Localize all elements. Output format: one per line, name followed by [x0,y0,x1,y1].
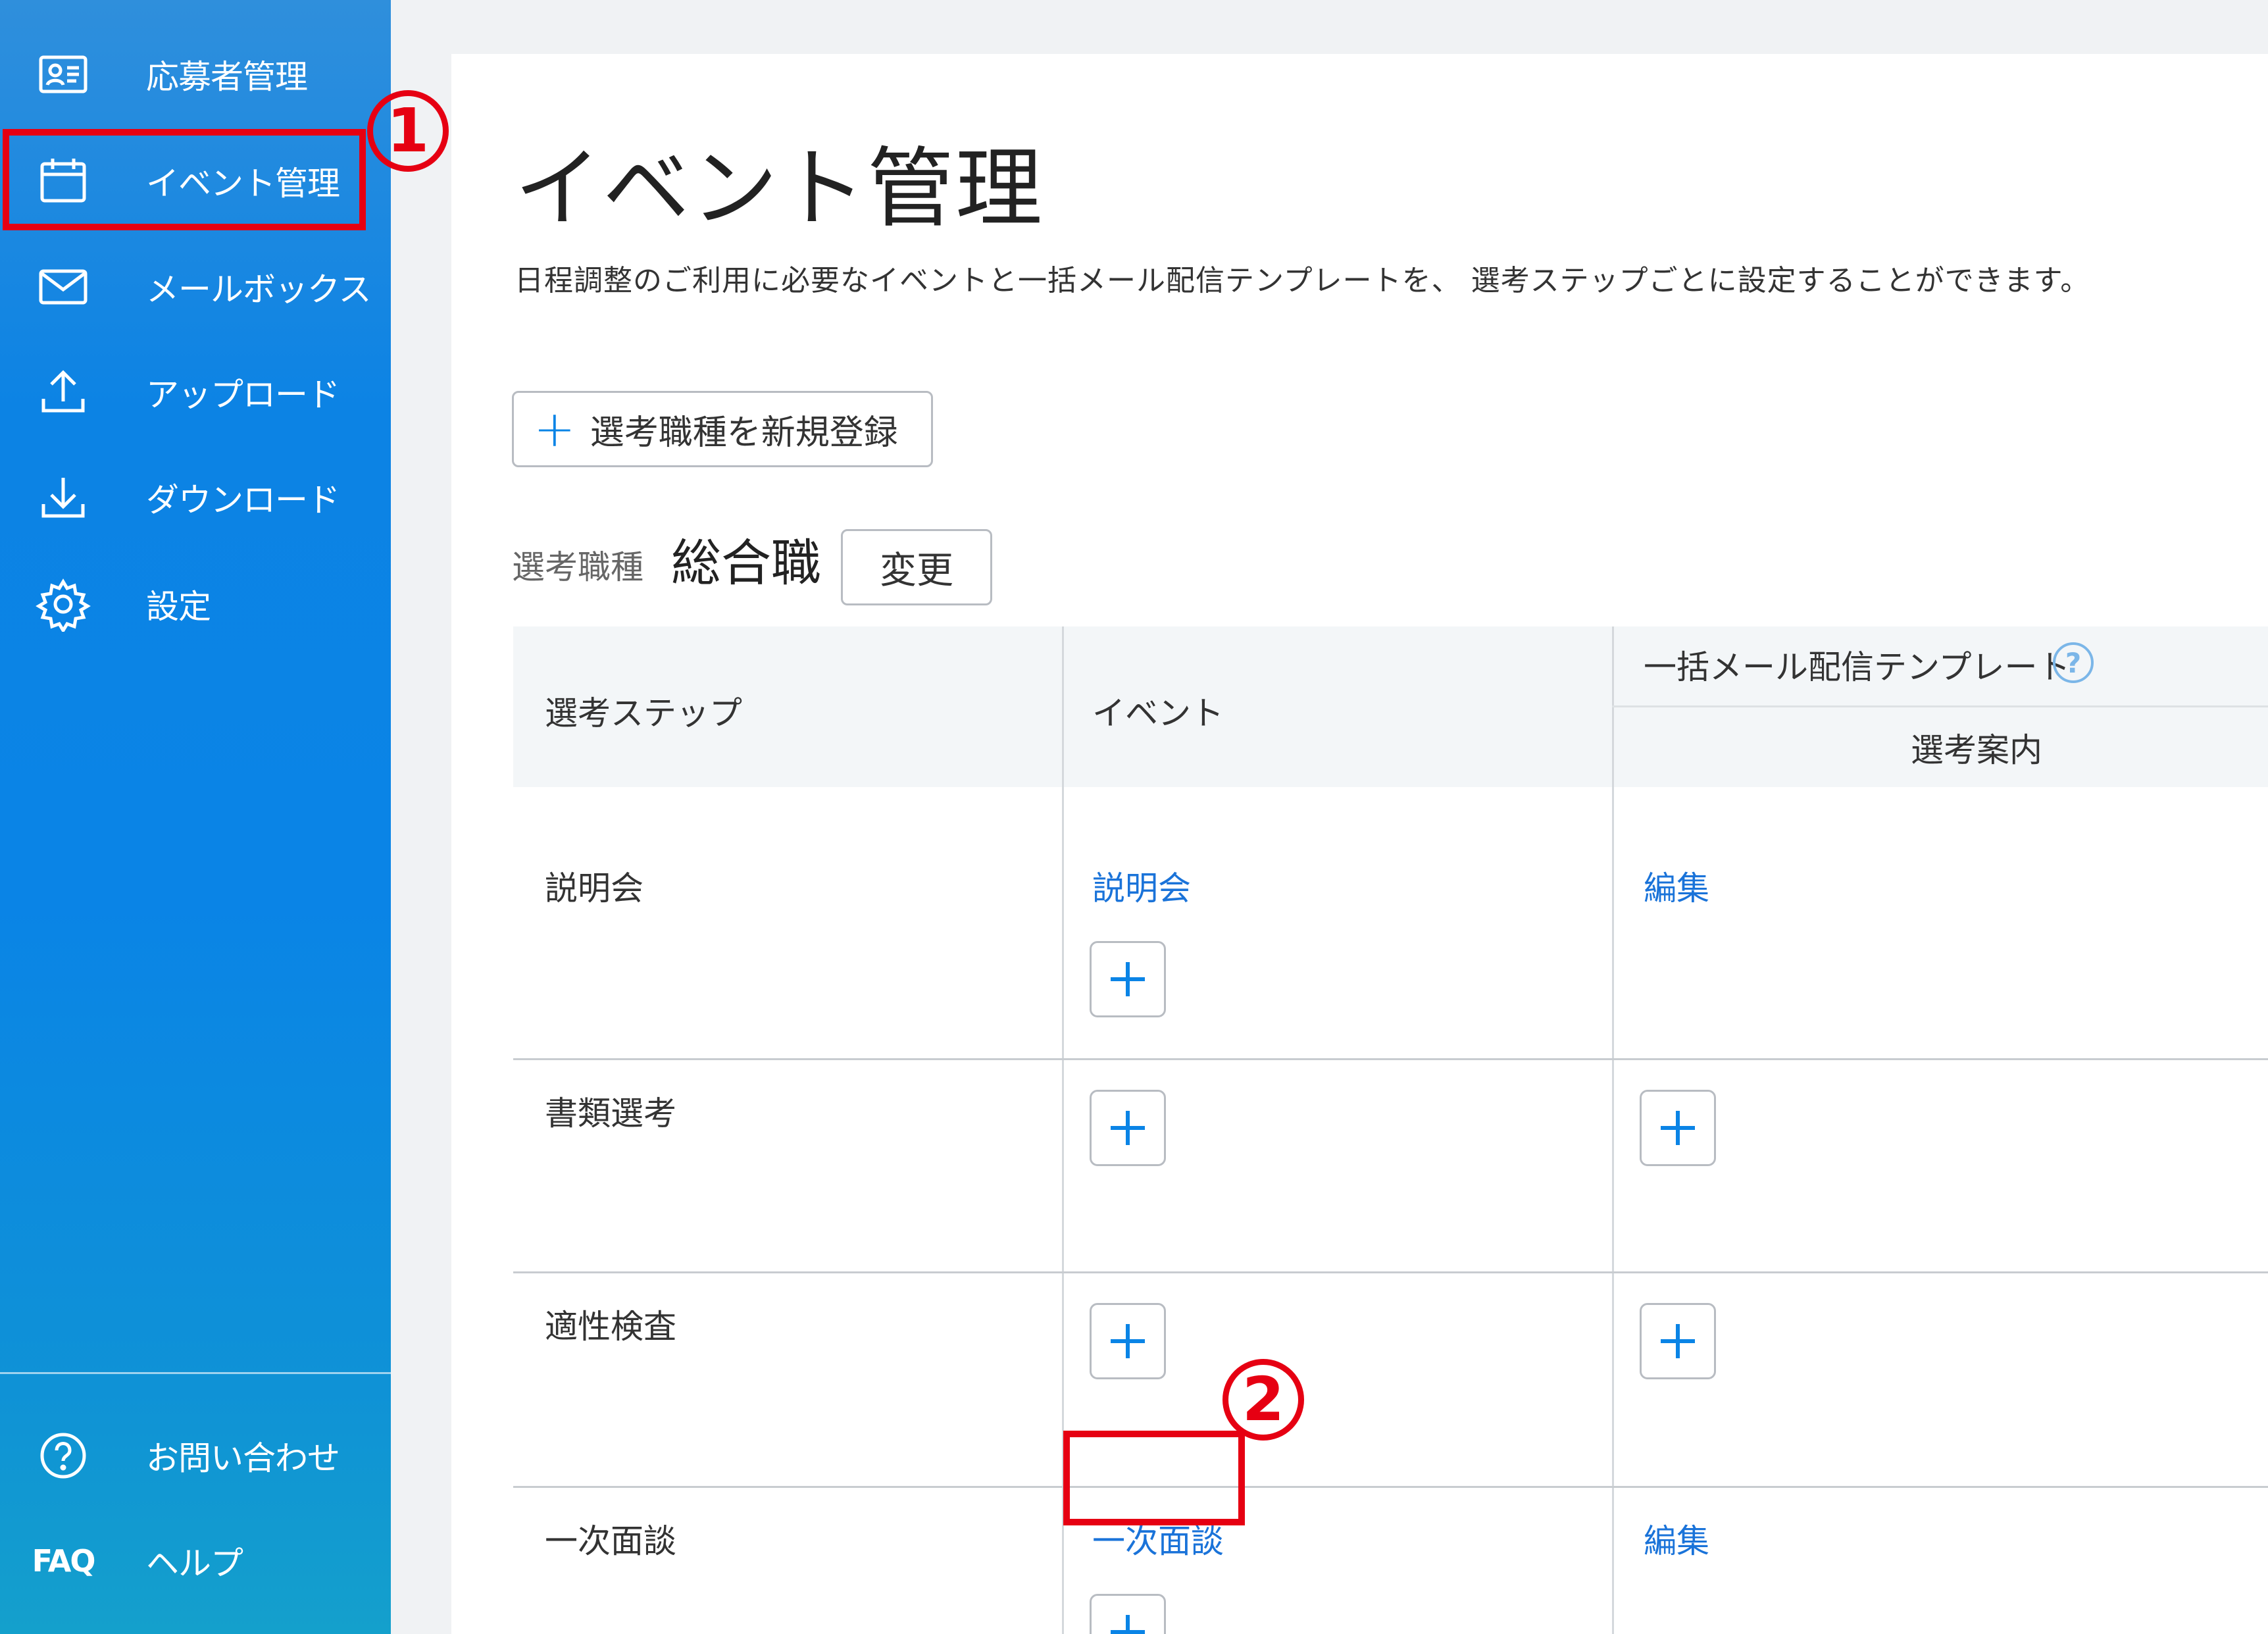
plus-icon: + [534,399,576,458]
column-divider [1612,626,1614,1634]
change-job-type-button[interactable]: 変更 [841,529,992,605]
header-template-sub: 選考案内 [1911,731,2042,769]
add-event-button[interactable] [1090,1594,1166,1634]
add-job-type-label: 選考職種を新規登録 [590,413,898,453]
sidebar-item-mailbox[interactable]: メールボックス [0,241,391,333]
edit-template-link[interactable]: 編集 [1644,1515,1709,1562]
annotation-box-1 [3,129,366,230]
plus-icon [1661,1111,1695,1145]
page-description: 日程調整のご利用に必要なイベントと一括メール配信テンプレートを、 選考ステップご… [515,264,2090,297]
sidebar-item-applicants[interactable]: 応募者管理 [0,28,391,120]
sidebar-item-help[interactable]: FAQ ヘルプ [0,1515,391,1607]
header-event: イベント [1092,694,1224,732]
job-type-value: 総合職 [671,534,821,592]
page-title: イベント管理 [515,138,1044,240]
gear-icon [33,574,93,634]
sidebar: 応募者管理 イベント管理 メールボックス アップロード ダウンロード 設定 お問… [0,0,391,1634]
id-card-icon [33,44,93,105]
header-template-group: 一括メール配信テンプレート [1644,648,2071,686]
edit-template-link[interactable]: 編集 [1644,862,1709,909]
upload-icon [33,362,93,422]
sidebar-item-download[interactable]: ダウンロード [0,451,391,544]
plus-icon [1111,1324,1145,1358]
plus-icon [1661,1324,1695,1358]
row-step: 適性検査 [545,1308,676,1346]
annotation-box-2 [1063,1431,1245,1525]
job-type-label: 選考職種 [512,548,643,586]
row-step: 書類選考 [545,1094,676,1133]
main-panel: イベント管理 日程調整のご利用に必要なイベントと一括メール配信テンプレートを、 … [451,54,2268,1634]
sidebar-divider [0,1372,391,1374]
add-template-button[interactable] [1640,1090,1716,1166]
plus-icon [1111,962,1145,996]
event-link[interactable]: 説明会 [1092,862,1191,909]
mail-icon [33,257,93,317]
row-divider [513,1271,2268,1273]
faq-icon: FAQ [32,1543,96,1579]
add-template-button[interactable] [1640,1303,1716,1379]
sidebar-item-contact[interactable]: お問い合わせ [0,1410,391,1502]
row-divider [513,1058,2268,1060]
add-job-type-button[interactable]: + 選考職種を新規登録 [512,391,933,467]
annotation-label-2: 2 [1222,1354,1304,1441]
help-icon[interactable]: ? [2053,642,2094,683]
question-circle-icon [33,1425,93,1486]
download-icon [33,467,93,528]
sidebar-item-settings[interactable]: 設定 [0,558,391,650]
annotation-label-1: 1 [367,86,449,172]
add-event-button[interactable] [1090,941,1166,1017]
add-event-button[interactable] [1090,1303,1166,1379]
sidebar-item-upload[interactable]: アップロード [0,346,391,438]
row-divider [513,1486,2268,1488]
header-subdivider [1612,705,2268,707]
header-step: 選考ステップ [545,694,742,732]
steps-table: 選考ステップ イベント 一括メール配信テンプレート ? 選考案内 説明会 説明会… [513,626,2268,1634]
plus-icon [1111,1111,1145,1145]
plus-icon [1111,1615,1145,1634]
row-step: 一次面談 [545,1522,676,1560]
row-step: 説明会 [545,869,643,907]
add-event-button[interactable] [1090,1090,1166,1166]
